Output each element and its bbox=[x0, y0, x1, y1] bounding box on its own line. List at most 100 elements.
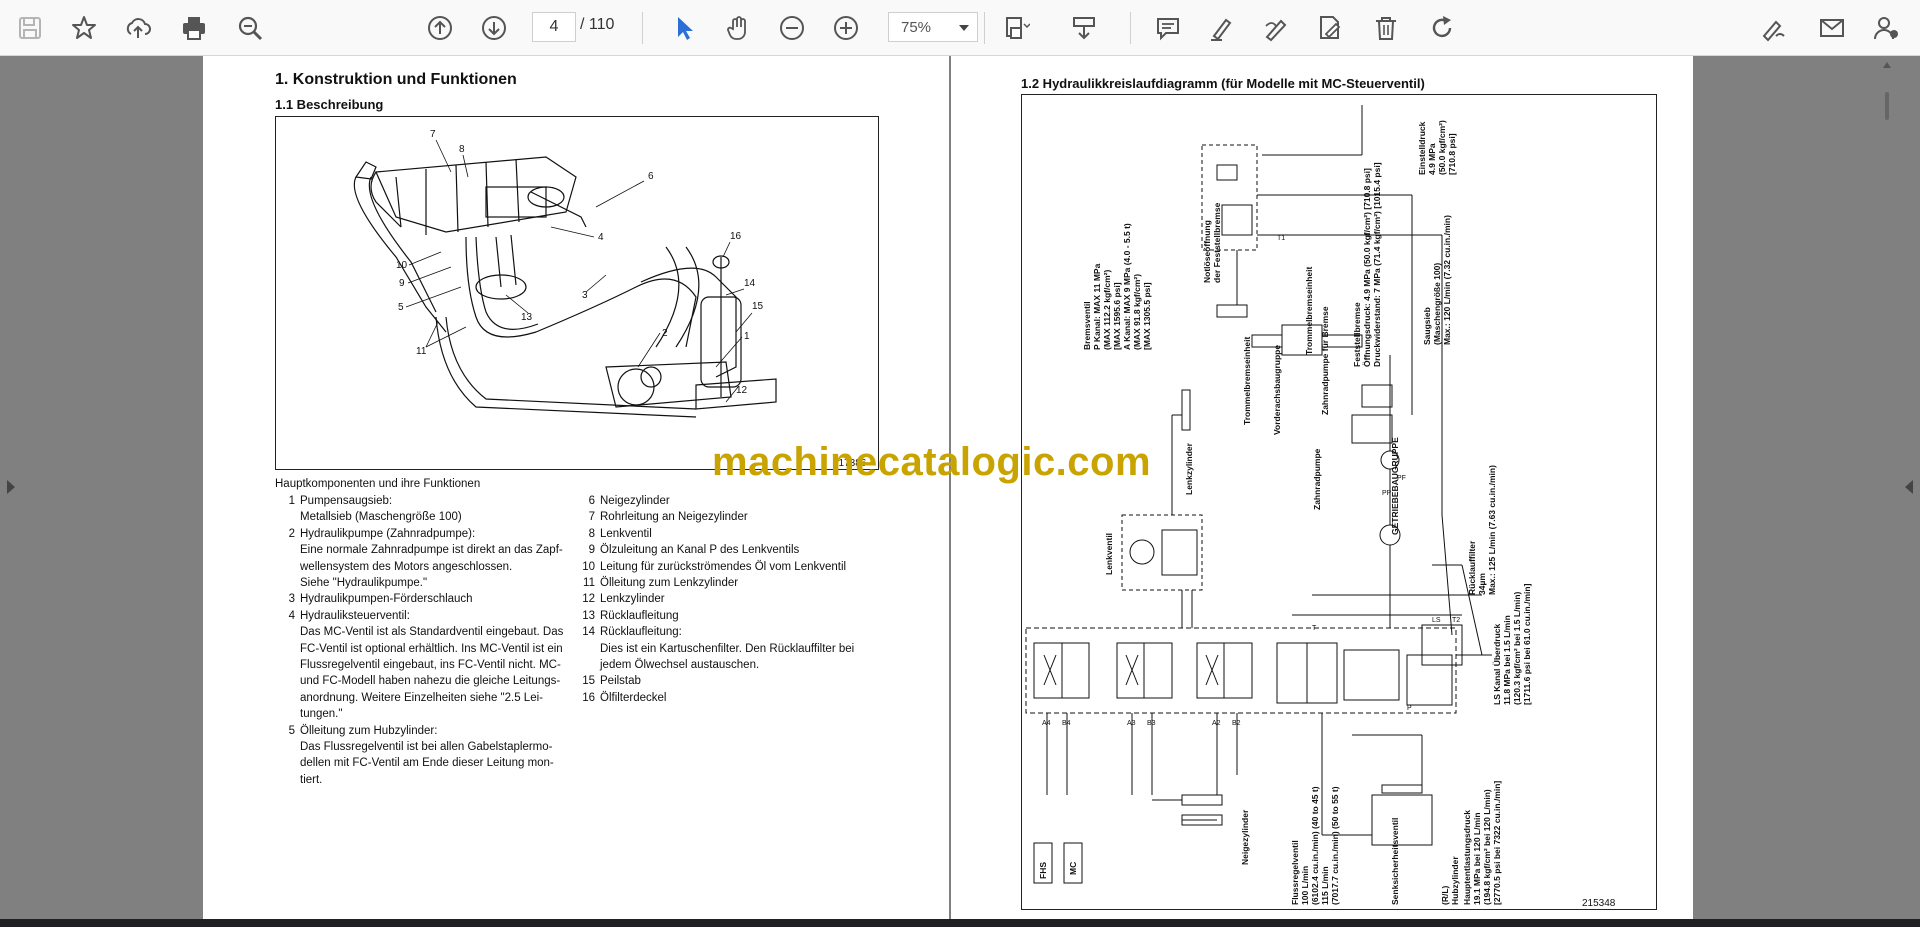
label-line: (MAX 91.8 kgf/cm²) bbox=[1132, 273, 1142, 350]
list-item: Metallsieb (Maschengröße 100) bbox=[300, 511, 462, 524]
list-number: 1 bbox=[288, 495, 295, 507]
list-number: 14 bbox=[582, 626, 595, 639]
list-item: wellensystem des Motors angeschlossen. bbox=[300, 560, 513, 573]
diagram-title: 1.2 Hydraulikkreislaufdiagramm (für Mode… bbox=[1021, 76, 1425, 91]
print-icon[interactable] bbox=[176, 10, 212, 46]
list-item: Rücklaufleitung: bbox=[600, 626, 682, 639]
list-number: 6 bbox=[588, 495, 595, 507]
label-line: der Feststellbremse bbox=[1212, 202, 1222, 283]
zoom-plus-icon[interactable] bbox=[828, 10, 864, 46]
callout-16: 16 bbox=[730, 231, 742, 242]
save-icon[interactable] bbox=[12, 10, 48, 46]
scroll-thumb[interactable] bbox=[1885, 92, 1889, 120]
label-line: Saugsieb bbox=[1422, 307, 1432, 345]
sign-pen-icon[interactable] bbox=[1756, 10, 1792, 46]
callout-15: 15 bbox=[752, 301, 764, 312]
list-item: tungen." bbox=[300, 708, 343, 721]
label-line: Max.: 120 L/min (7.32 cu.in./min) bbox=[1442, 215, 1452, 345]
list-number: 2 bbox=[288, 527, 295, 540]
list-item: Eine normale Zahnradpumpe ist direkt an … bbox=[300, 544, 563, 557]
zoom-select[interactable]: 75% bbox=[888, 12, 978, 42]
callout-14: 14 bbox=[744, 278, 756, 289]
label-line: (MAX 112.2 kgf/cm²) bbox=[1102, 269, 1112, 350]
label-line: (120.3 kgf/cm² bei 1.5 L/min) bbox=[1512, 591, 1522, 705]
list-number: 7 bbox=[588, 511, 595, 524]
port-label: B4 bbox=[1062, 720, 1071, 727]
list-item: und FC-Modell haben nahezu die gleiche L… bbox=[300, 675, 561, 688]
bookmark-star-icon[interactable] bbox=[66, 10, 102, 46]
zoom-minus-icon[interactable] bbox=[774, 10, 810, 46]
zahnradpumpe-bremse-label: Zahnradpumpe für Bremse bbox=[1320, 306, 1330, 415]
bremsventil-label: Bremsventil P Kanal: MAX 11 MPa (MAX 112… bbox=[1082, 223, 1152, 350]
toolbar: / 110 75% bbox=[0, 0, 1920, 56]
hand-icon[interactable] bbox=[720, 10, 756, 46]
chevron-down-icon bbox=[959, 25, 969, 31]
fit-page-icon[interactable] bbox=[998, 10, 1034, 46]
label-line: [MAX 1595.6 psi] bbox=[1112, 282, 1122, 350]
callout-4: 4 bbox=[598, 232, 604, 243]
page-down-icon[interactable] bbox=[476, 10, 512, 46]
flussregelventil-label: Flussregelventil 100 L/min (6102.4 cu.in… bbox=[1290, 786, 1340, 905]
label-line: [710.8 psi] bbox=[1447, 133, 1457, 175]
upload-icon[interactable] bbox=[120, 10, 156, 46]
comment-icon[interactable] bbox=[1150, 10, 1186, 46]
highlighter-icon[interactable] bbox=[1204, 10, 1240, 46]
label-line: (Maschengröße 100) bbox=[1432, 262, 1442, 345]
right-panel-toggle-icon[interactable] bbox=[1905, 480, 1913, 494]
label-line: 19.1 MPa bei 120 L/min bbox=[1472, 812, 1482, 905]
label-line: [2770.5 psi bei 7322 cu.in./min] bbox=[1492, 780, 1502, 905]
label-line: (R/L) bbox=[1440, 885, 1450, 905]
account-icon[interactable] bbox=[1868, 10, 1904, 46]
hydraulic-components-drawing: 7 8 6 16 4 10 9 5 13 3 14 15 11 2 1 12 bbox=[353, 129, 777, 418]
trommelbremseinheit-label: Trommelbremseinheit bbox=[1304, 266, 1314, 355]
label-line: (194.8 kgf/cm² bei 120 L/min) bbox=[1482, 789, 1492, 905]
freehand-pen-icon[interactable] bbox=[1258, 10, 1294, 46]
list-item: Dies ist ein Kartuschenfilter. Den Rückl… bbox=[600, 642, 855, 655]
list-item: Siehe "Hydraulikpumpe." bbox=[300, 577, 428, 589]
scroll-up-icon[interactable] bbox=[1883, 62, 1891, 68]
port-label: P bbox=[1407, 705, 1412, 712]
port-label: T2 bbox=[1452, 617, 1460, 624]
list-item: dellen mit FC-Ventil am Ende dieser Leit… bbox=[300, 757, 554, 770]
trommelbremse-label: Trommelbremseinheit bbox=[1242, 336, 1252, 425]
edit-page-icon[interactable] bbox=[1312, 10, 1348, 46]
page-up-icon[interactable] bbox=[422, 10, 458, 46]
list-item: Peilstab bbox=[600, 675, 641, 688]
insert-page-icon[interactable] bbox=[1066, 10, 1102, 46]
components-heading: Hauptkomponenten und ihre Funktionen bbox=[275, 478, 481, 490]
port-label: B3 bbox=[1147, 720, 1156, 727]
trash-icon[interactable] bbox=[1368, 10, 1404, 46]
left-panel-toggle-icon[interactable] bbox=[7, 480, 15, 494]
list-item: Ölzuleitung an Kanal P des Lenkventils bbox=[600, 544, 800, 557]
mail-icon[interactable] bbox=[1814, 10, 1850, 46]
vertical-scrollbar[interactable] bbox=[1880, 56, 1894, 919]
callout-12: 12 bbox=[736, 385, 748, 396]
label-line: P Kanal: MAX 11 MPa bbox=[1092, 263, 1102, 350]
label-line: [1711.6 psi bei 61.0 cu.in./min] bbox=[1522, 583, 1532, 705]
neigezylinder-label: Neigezylinder bbox=[1240, 809, 1250, 865]
list-item: jedem Ölwechsel austauschen. bbox=[600, 659, 760, 671]
label-line: LS Kanal Überdruck bbox=[1492, 623, 1502, 705]
callout-2: 2 bbox=[662, 328, 668, 339]
list-item: tiert. bbox=[300, 773, 323, 786]
zoom-out-search-icon[interactable] bbox=[232, 10, 268, 46]
port-label: T1 bbox=[1277, 235, 1285, 242]
list-item: Rohrleitung an Neigezylinder bbox=[600, 511, 748, 524]
list-item: Ölfilterdeckel bbox=[600, 691, 667, 704]
list-number: 13 bbox=[582, 609, 595, 622]
redo-icon[interactable] bbox=[1424, 10, 1460, 46]
callout-8: 8 bbox=[459, 144, 465, 155]
list-item: Leitung für zurückströmendes Öl vom Lenk… bbox=[600, 560, 847, 573]
hauptentlastungsdruck-label: Hauptentlastungsdruck 19.1 MPa bei 120 L… bbox=[1462, 781, 1502, 905]
notloese-label: Notlöseöffnung der Feststellbremse bbox=[1202, 203, 1222, 283]
select-cursor-icon[interactable] bbox=[666, 10, 702, 46]
list-item: Ölleitung zum Hubzylinder: bbox=[300, 724, 438, 737]
label-line: Hubzylinder bbox=[1450, 856, 1460, 905]
list-number: 4 bbox=[288, 609, 295, 622]
list-item: Lenkventil bbox=[600, 527, 652, 540]
list-item: Hydrauliksteuerventil: bbox=[300, 609, 410, 622]
page-number-input[interactable] bbox=[532, 12, 576, 42]
list-item: Lenkzylinder bbox=[600, 593, 665, 606]
port-label: A4 bbox=[1042, 720, 1051, 727]
list-item: Neigezylinder bbox=[600, 495, 670, 507]
